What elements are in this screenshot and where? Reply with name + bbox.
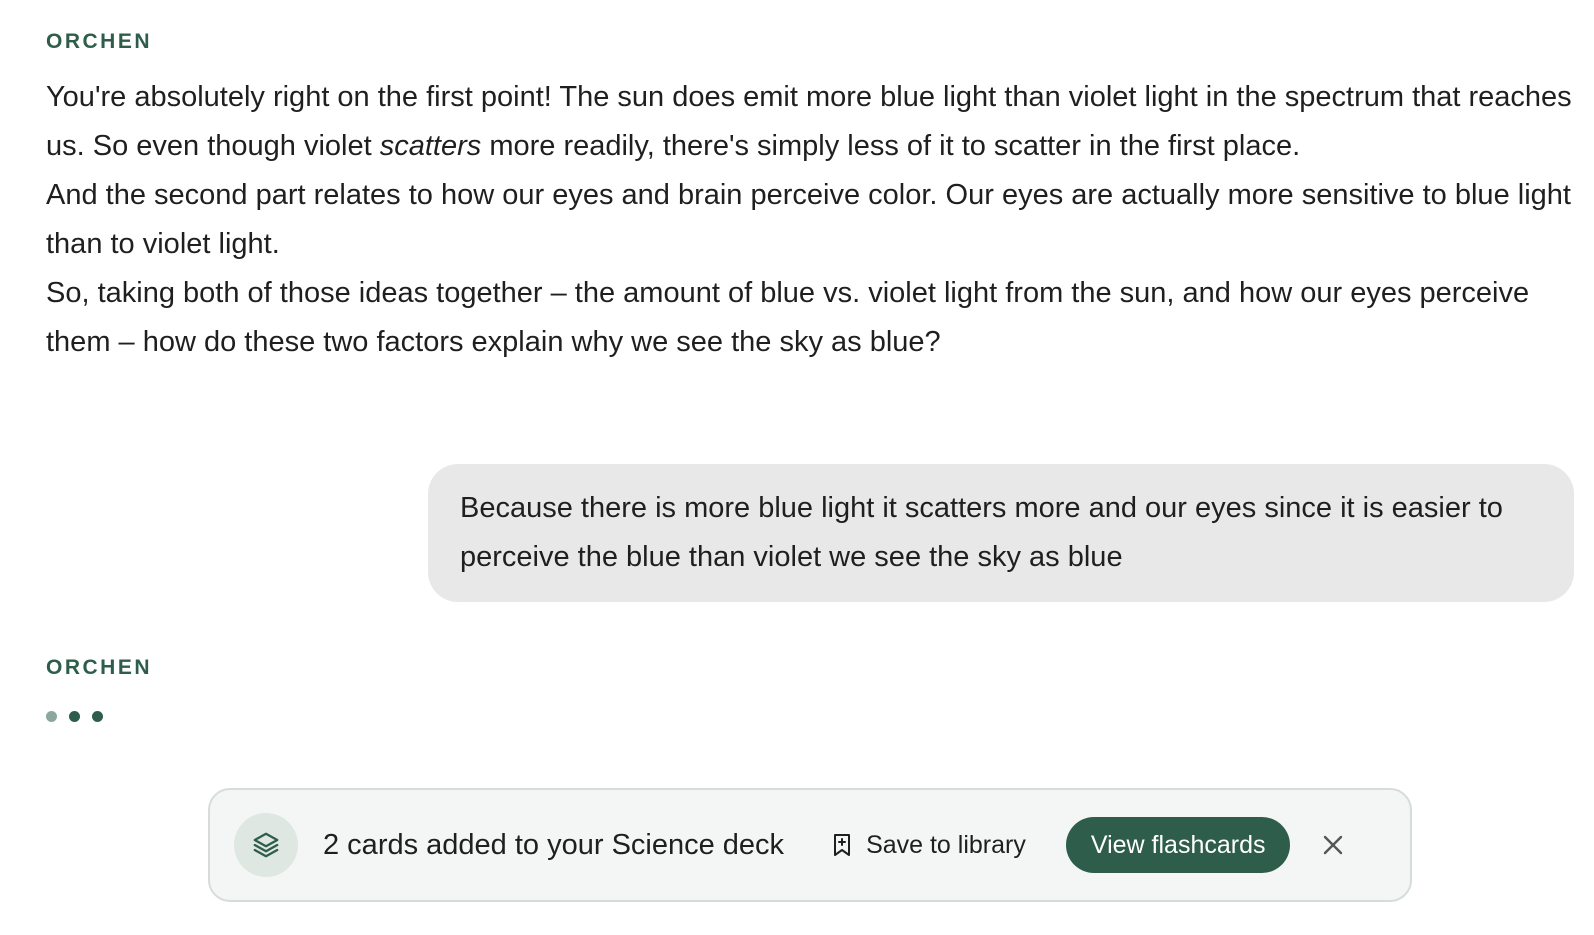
typing-dot [46,711,57,722]
typing-dot [92,711,103,722]
view-flashcards-button[interactable]: View flashcards [1065,817,1291,873]
message-paragraph: And the second part relates to how our e… [46,179,1571,260]
assistant-message: You're absolutely right on the first poi… [46,73,1574,367]
sender-name: ORCHEN [46,30,153,53]
save-to-library-label: Save to library [866,830,1026,859]
emphasized-word: scatters [379,130,482,162]
close-toast-button[interactable] [1318,830,1348,860]
message-paragraph: So, taking both of those ideas together … [46,277,1530,358]
toast-message: 2 cards added to your Science deck [323,828,785,861]
close-icon [1324,835,1343,855]
toast-icon-badge [234,813,298,877]
paragraph-text: more readily, there's simply less of it … [481,130,1301,162]
message-paragraph: You're absolutely right on the first poi… [46,73,1574,171]
layers-icon [253,832,279,858]
typing-dot [69,711,80,722]
user-message: Because there is more blue light it scat… [428,464,1574,602]
bookmark-plus-icon [834,834,851,856]
typing-indicator [46,711,103,722]
sender-name: ORCHEN [46,656,153,679]
flashcards-toast: 2 cards added to your Science deck Save … [208,788,1412,902]
save-to-library-button[interactable]: Save to library [832,831,1026,860]
